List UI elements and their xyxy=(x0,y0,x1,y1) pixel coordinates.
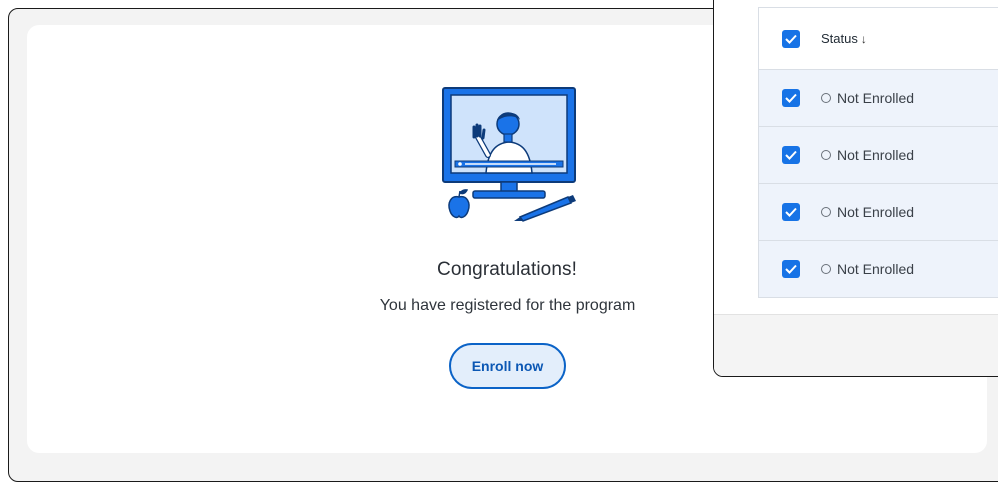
table-header-row: Status ↓ xyxy=(759,8,998,69)
row-checkbox[interactable] xyxy=(782,146,800,164)
checkmark-icon xyxy=(785,34,797,44)
status-circle-icon xyxy=(821,93,831,103)
row-checkbox[interactable] xyxy=(782,260,800,278)
video-lesson-illustration xyxy=(442,87,576,222)
checkmark-icon xyxy=(785,150,797,160)
congratulations-title: Congratulations! xyxy=(437,259,577,280)
status-value: Not Enrolled xyxy=(837,261,915,277)
enroll-now-button[interactable]: Enroll now xyxy=(449,343,566,389)
status-table-panel: Status ↓ Not Enrolled Not Enrolled Not E… xyxy=(713,0,998,377)
table-row[interactable]: Not Enrolled xyxy=(759,240,998,297)
status-value: Not Enrolled xyxy=(837,204,915,220)
status-table: Status ↓ Not Enrolled Not Enrolled Not E… xyxy=(758,7,998,298)
row-checkbox[interactable] xyxy=(782,203,800,221)
table-row[interactable]: Not Enrolled xyxy=(759,126,998,183)
arrow-down-icon[interactable]: ↓ xyxy=(861,32,867,46)
checkmark-icon xyxy=(785,207,797,217)
select-all-checkbox[interactable] xyxy=(782,29,800,48)
status-circle-icon xyxy=(821,264,831,274)
status-column-header[interactable]: Status xyxy=(821,31,858,46)
status-value: Not Enrolled xyxy=(837,147,915,163)
status-circle-icon xyxy=(821,150,831,160)
registration-message: You have registered for the program xyxy=(379,297,636,314)
row-checkbox[interactable] xyxy=(782,89,800,107)
table-row[interactable]: Not Enrolled xyxy=(759,69,998,126)
status-value: Not Enrolled xyxy=(837,90,915,106)
table-row[interactable]: Not Enrolled xyxy=(759,183,998,240)
status-circle-icon xyxy=(821,207,831,217)
checkmark-icon xyxy=(785,93,797,103)
checkmark-icon xyxy=(785,264,797,274)
panel-footer xyxy=(714,314,998,376)
